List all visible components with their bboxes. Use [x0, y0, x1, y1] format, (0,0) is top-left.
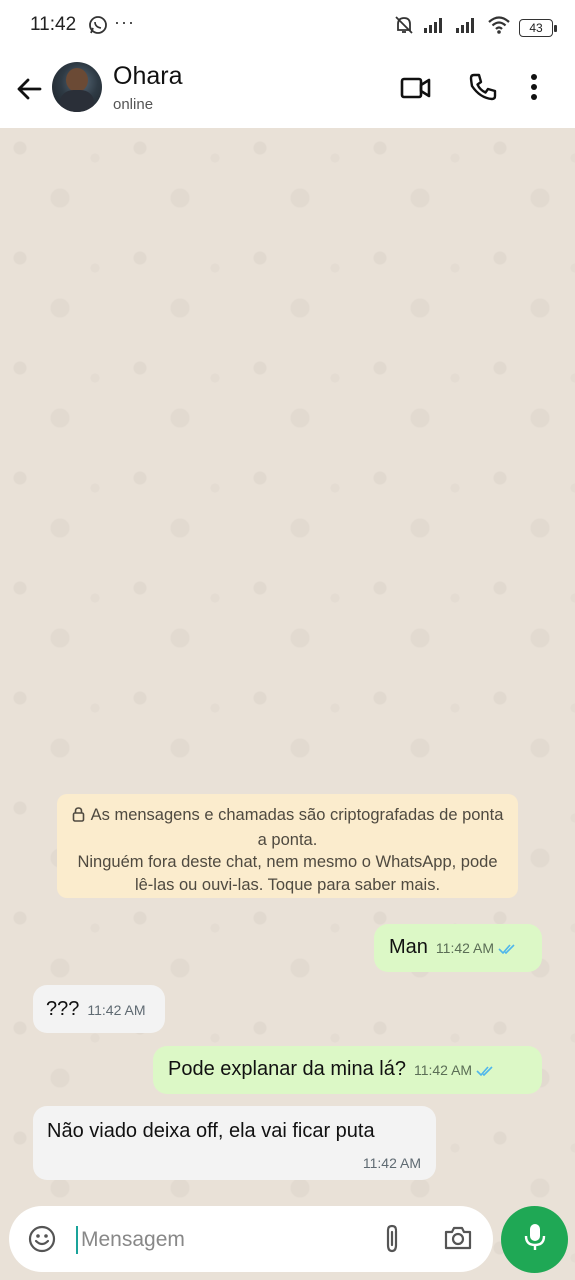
message-bubble-incoming[interactable]: Não viado deixa off, ela vai ficar puta … — [33, 1106, 436, 1180]
avatar[interactable] — [52, 62, 102, 112]
contact-status: online — [113, 96, 154, 113]
lock-icon — [72, 806, 85, 829]
mic-button[interactable] — [501, 1206, 568, 1273]
message-bubble-incoming[interactable]: ??? 11:42 AM — [33, 985, 165, 1033]
message-text: ??? — [46, 998, 80, 1020]
message-time: 11:42 AM — [413, 1062, 473, 1078]
battery-icon: 43 — [519, 18, 557, 37]
encryption-notice-line2: Ninguém fora deste chat, nem mesmo o Wha… — [77, 853, 498, 894]
text-cursor — [76, 1226, 78, 1254]
encryption-notice-line1: As mensagens e chamadas são criptografad… — [90, 806, 504, 849]
mute-icon — [393, 14, 415, 41]
message-bubble-outgoing[interactable]: Man 11:42 AM — [374, 924, 542, 972]
message-time: 11:42 AM — [435, 940, 495, 956]
back-arrow-icon[interactable] — [14, 74, 44, 104]
status-bar: 11:42 ··· 43 — [0, 0, 575, 50]
emoji-icon[interactable] — [28, 1225, 56, 1258]
message-time: 11:42 AM — [87, 1002, 146, 1018]
whatsapp-icon — [88, 15, 108, 40]
status-more: ··· — [114, 12, 135, 32]
video-call-icon[interactable] — [400, 74, 432, 107]
status-time: 11:42 — [30, 14, 77, 35]
message-input[interactable] — [79, 1222, 373, 1258]
mic-icon — [523, 1222, 547, 1257]
contact-name[interactable]: Ohara — [113, 62, 182, 91]
message-bubble-outgoing[interactable]: Pode explanar da mina lá? 11:42 AM — [153, 1046, 542, 1094]
camera-icon[interactable] — [443, 1225, 473, 1256]
double-check-icon — [498, 938, 518, 961]
chat-header: Ohara online — [0, 50, 575, 128]
message-text: Não viado deixa off, ela vai ficar puta — [47, 1120, 375, 1142]
signal-icon-2 — [455, 16, 479, 39]
phone-icon[interactable] — [468, 72, 498, 107]
message-composer — [9, 1206, 493, 1272]
message-text: Pode explanar da mina lá? — [168, 1058, 406, 1080]
signal-icon — [423, 16, 447, 39]
wifi-icon — [487, 15, 511, 40]
double-check-icon — [476, 1060, 496, 1083]
message-text: Man — [389, 936, 428, 958]
encryption-notice[interactable]: As mensagens e chamadas são criptografad… — [57, 794, 518, 898]
more-vert-icon[interactable] — [528, 72, 540, 107]
attach-icon[interactable] — [381, 1223, 403, 1260]
message-time: 11:42 AM — [362, 1155, 421, 1171]
